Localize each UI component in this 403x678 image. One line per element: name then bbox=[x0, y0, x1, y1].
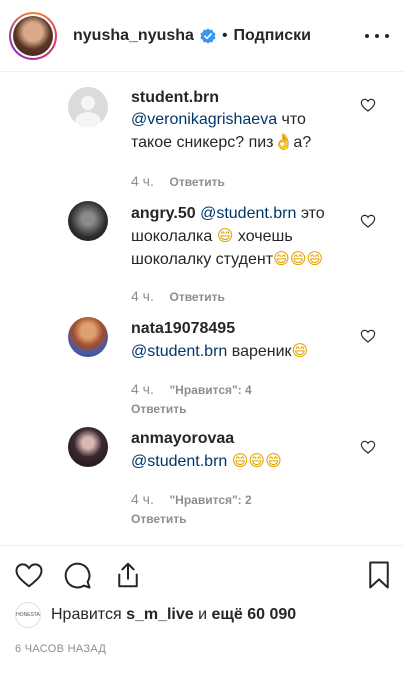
author-avatar[interactable] bbox=[9, 11, 57, 60]
comment-likes-count[interactable]: "Нравится": 4 bbox=[169, 383, 251, 397]
commenter-username[interactable]: student.brn bbox=[131, 89, 219, 106]
commenter-username[interactable]: angry.50 bbox=[131, 205, 196, 222]
post-header: nyusha_nyusha • Подписки bbox=[0, 0, 403, 72]
comment-mention[interactable]: @student.brn bbox=[200, 205, 296, 222]
share-icon[interactable] bbox=[113, 560, 143, 590]
comment-meta: 4 ч. Ответить bbox=[131, 288, 225, 304]
likes-and: и bbox=[198, 606, 208, 623]
comment-text: student.brn @veronikagrishaeva что такое… bbox=[131, 87, 345, 154]
more-options-icon[interactable] bbox=[365, 26, 389, 46]
comment-meta: 4 ч. "Нравится": 2 bbox=[131, 491, 252, 507]
post-actions-bar bbox=[0, 545, 403, 605]
avatar-placeholder-body bbox=[75, 112, 101, 127]
comment-like-heart-icon[interactable] bbox=[360, 328, 376, 344]
avatar-photo bbox=[13, 15, 53, 56]
comment-emoji: 😄 bbox=[216, 226, 234, 245]
comment-mention[interactable]: @veronikagrishaeva bbox=[131, 111, 277, 128]
author-username[interactable]: nyusha_nyusha bbox=[73, 27, 194, 45]
heart-icon[interactable] bbox=[14, 560, 44, 590]
comment-time[interactable]: 4 ч. bbox=[131, 491, 154, 507]
comment-mention[interactable]: @student.brn bbox=[131, 453, 227, 470]
more-dot bbox=[375, 34, 379, 38]
comment-body: вареник bbox=[231, 343, 292, 360]
commenter-username[interactable]: anmayorovaa bbox=[131, 430, 234, 447]
comment-time[interactable]: 4 ч. bbox=[131, 381, 154, 397]
liked-by-username[interactable]: s_m_live bbox=[126, 606, 194, 624]
comment-time[interactable]: 4 ч. bbox=[131, 173, 154, 189]
comment-text: anmayorovaa @student.brn 😄😄😄 bbox=[131, 428, 345, 473]
comment-reply-button[interactable]: Ответить bbox=[169, 290, 224, 304]
comment-reply-button[interactable]: Ответить bbox=[131, 512, 186, 526]
likes-summary: HONESTA Нравится s_m_live и ещё 60 090 bbox=[15, 602, 296, 628]
verified-badge-icon bbox=[200, 28, 216, 43]
commenter-avatar[interactable] bbox=[68, 317, 108, 357]
comments-list[interactable]: student.brn @veronikagrishaeva что такое… bbox=[0, 73, 403, 535]
comment-mention[interactable]: @student.brn bbox=[131, 343, 227, 360]
comment-emoji: 😄 bbox=[291, 341, 309, 360]
comment-emoji-tail: 😄😄😄 bbox=[273, 249, 324, 268]
comment-emoji: 😄😄😄 bbox=[231, 451, 282, 470]
more-dot bbox=[385, 34, 389, 38]
bookmark-icon[interactable] bbox=[364, 560, 394, 590]
commenter-avatar[interactable] bbox=[68, 201, 108, 241]
liked-by-avatar[interactable]: HONESTA bbox=[15, 602, 41, 628]
comment-time[interactable]: 4 ч. bbox=[131, 288, 154, 304]
comment-meta: 4 ч. Ответить bbox=[131, 173, 225, 189]
comment-like-heart-icon[interactable] bbox=[360, 97, 376, 113]
comment-reply-button[interactable]: Ответить bbox=[169, 175, 224, 189]
likes-prefix: Нравится bbox=[51, 606, 122, 623]
comment-icon[interactable] bbox=[62, 560, 92, 590]
more-dot bbox=[365, 34, 369, 38]
comment-emoji: 👌 bbox=[273, 132, 294, 151]
comment-body-after: а? bbox=[293, 134, 312, 151]
comment-text: nata19078495 @student.brn вареник😄 bbox=[131, 318, 345, 363]
comment-meta: 4 ч. "Нравится": 4 bbox=[131, 381, 252, 397]
likes-count-link[interactable]: ещё 60 090 bbox=[212, 606, 297, 624]
header-separator: • bbox=[221, 26, 228, 44]
comment-like-heart-icon[interactable] bbox=[360, 213, 376, 229]
avatar-ring bbox=[11, 13, 55, 58]
commenter-avatar[interactable] bbox=[68, 87, 108, 127]
commenter-username[interactable]: nata19078495 bbox=[131, 320, 235, 337]
following-button[interactable]: Подписки bbox=[234, 27, 311, 45]
comment-reply-button[interactable]: Ответить bbox=[131, 402, 186, 416]
avatar-placeholder-head bbox=[81, 96, 95, 110]
comment-like-heart-icon[interactable] bbox=[360, 439, 376, 455]
commenter-avatar[interactable] bbox=[68, 427, 108, 467]
post-timestamp[interactable]: 6 ЧАСОВ НАЗАД bbox=[15, 643, 106, 655]
comment-likes-count[interactable]: "Нравится": 2 bbox=[169, 493, 251, 507]
comment-text: angry.50 @student.brn это шоколалка 😄 хо… bbox=[131, 203, 351, 271]
